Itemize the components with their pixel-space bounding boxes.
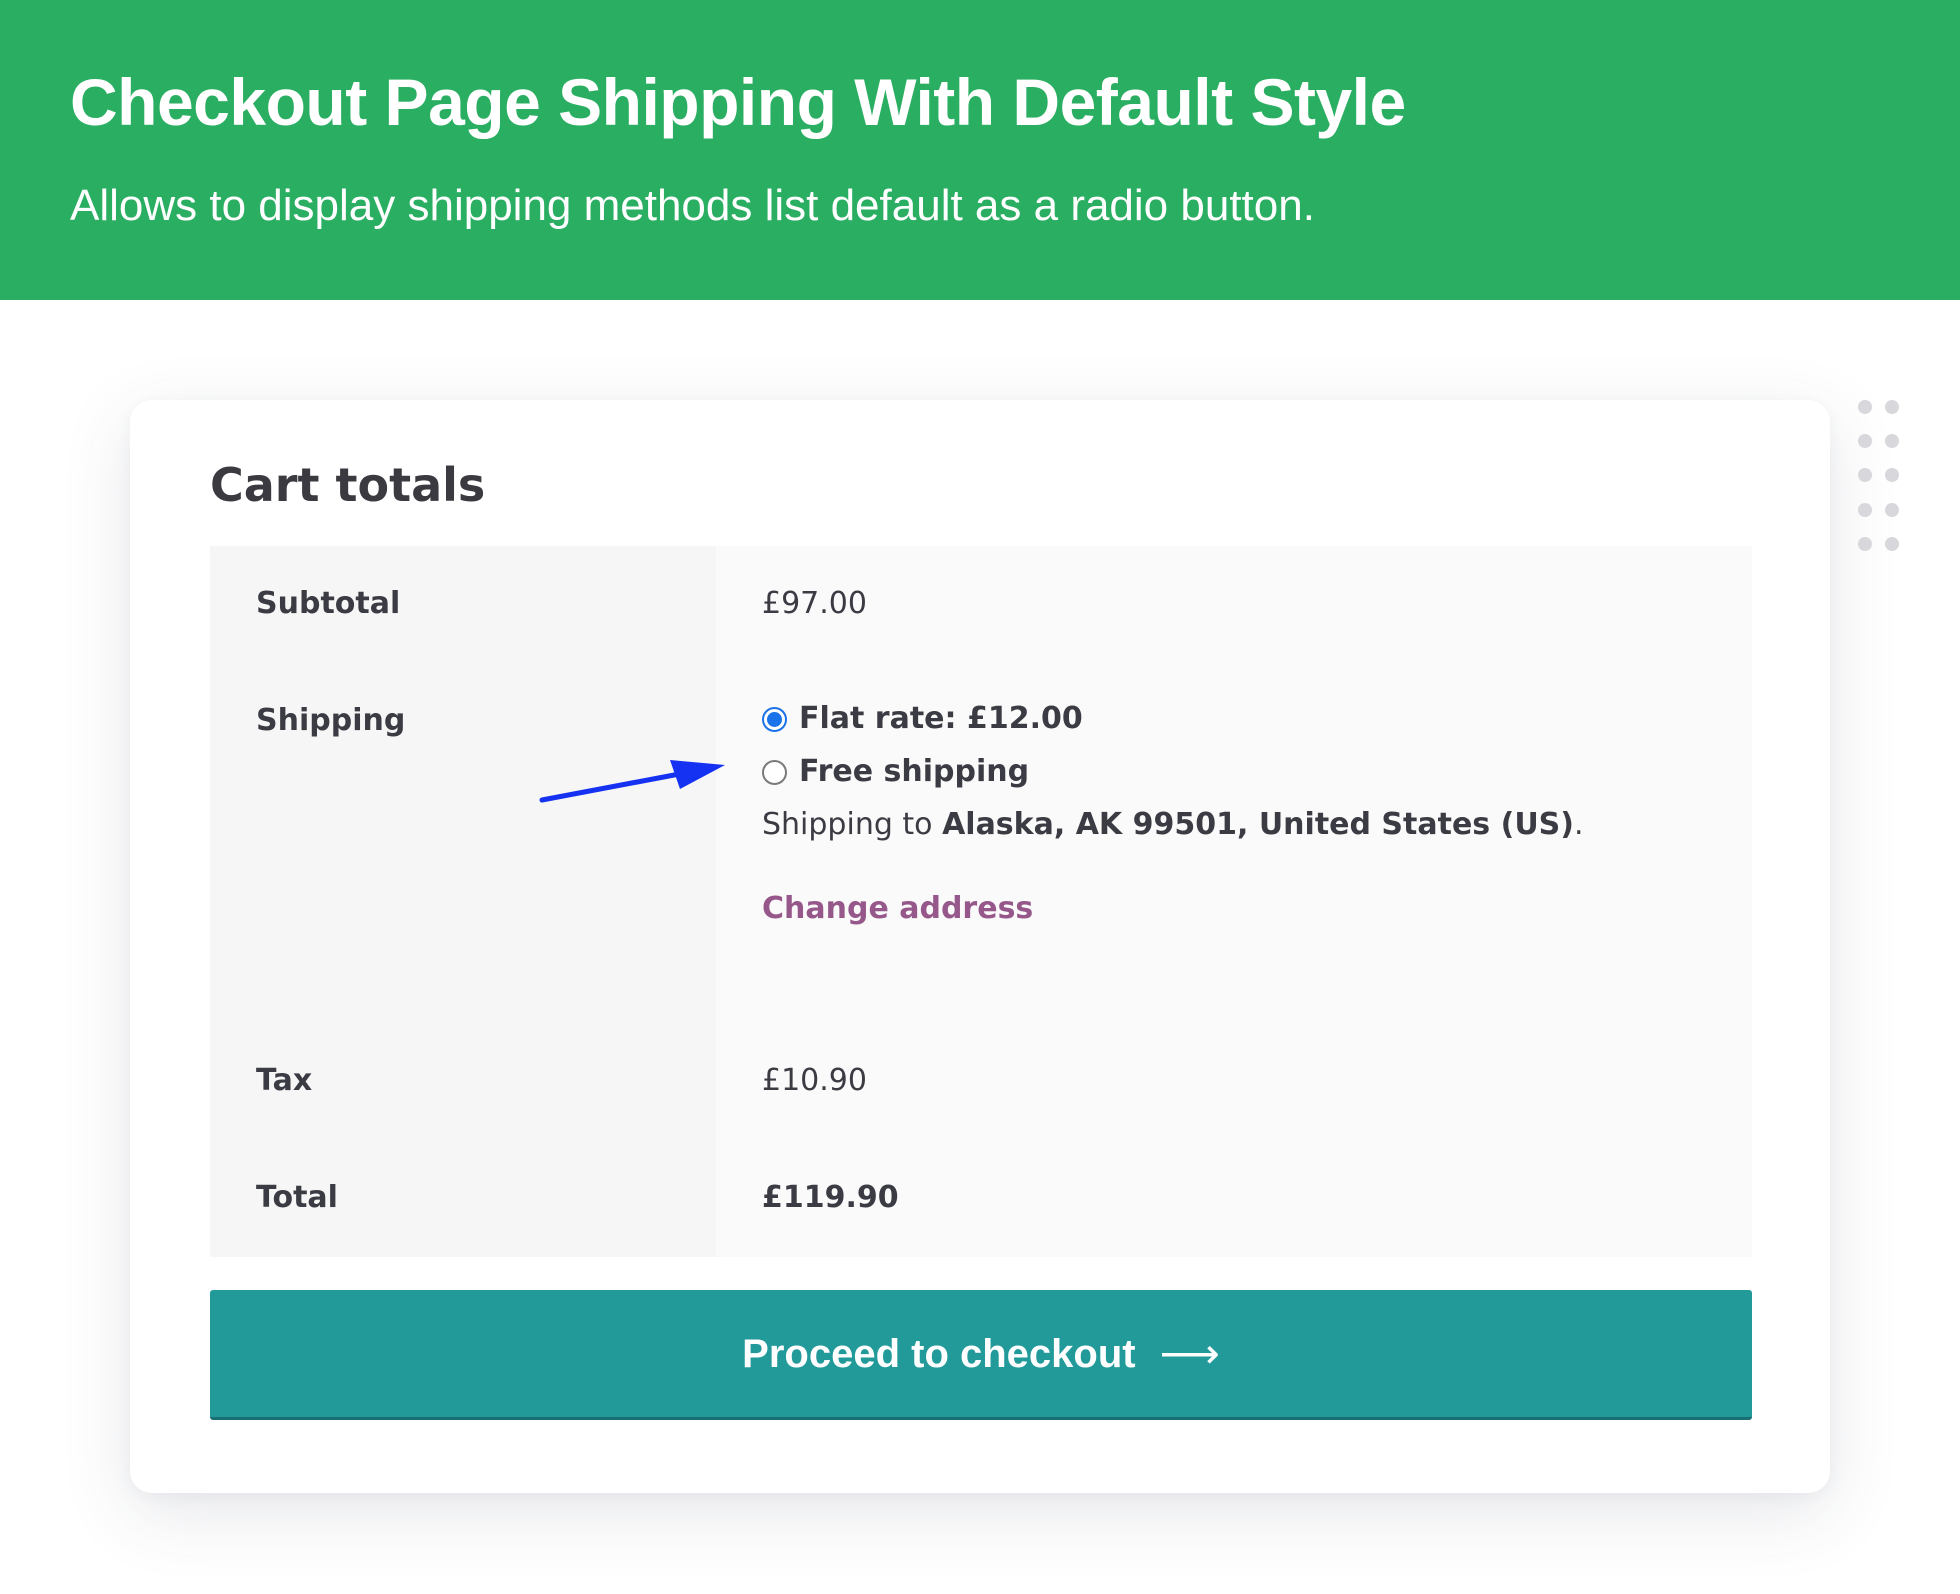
shipping-destination-address: Alaska, AK 99501, United States (US) bbox=[942, 807, 1574, 842]
cart-totals-card: Cart totals Subtotal £97.00 Shipping Fla… bbox=[130, 400, 1830, 1493]
shipping-value-cell: Flat rate: £12.00 Free shipping Shipping… bbox=[716, 663, 1752, 1023]
tax-label: Tax bbox=[256, 1063, 313, 1098]
subtotal-value: £97.00 bbox=[762, 586, 867, 621]
decorative-dot bbox=[1885, 434, 1899, 448]
checkout-button-label: Proceed to checkout bbox=[742, 1331, 1136, 1376]
banner-title: Checkout Page Shipping With Default Styl… bbox=[70, 65, 1406, 139]
tax-label-cell: Tax bbox=[210, 1023, 716, 1140]
flat-rate-radio[interactable] bbox=[762, 706, 787, 732]
tax-row: Tax £10.90 bbox=[210, 1023, 1752, 1140]
header-banner: Checkout Page Shipping With Default Styl… bbox=[0, 0, 1960, 300]
proceed-to-checkout-button[interactable]: Proceed to checkout ⟶ bbox=[210, 1290, 1752, 1420]
decorative-dot bbox=[1858, 503, 1872, 517]
decorative-dot bbox=[1885, 503, 1899, 517]
annotation-arrow-icon bbox=[539, 760, 725, 803]
decorative-dot bbox=[1885, 537, 1899, 551]
cart-totals-table: Subtotal £97.00 Shipping Flat rate: £12.… bbox=[210, 546, 1752, 1257]
decorative-dot bbox=[1885, 400, 1899, 414]
cart-totals-title: Cart totals bbox=[210, 458, 486, 512]
banner-subtitle: Allows to display shipping methods list … bbox=[70, 181, 1315, 230]
tax-value-cell: £10.90 bbox=[716, 1023, 1752, 1140]
total-label-cell: Total bbox=[210, 1140, 716, 1257]
subtotal-label: Subtotal bbox=[256, 586, 401, 621]
shipping-option-free-shipping[interactable]: Free shipping bbox=[762, 752, 1029, 792]
shipping-label-cell: Shipping bbox=[210, 663, 716, 1023]
subtotal-row: Subtotal £97.00 bbox=[210, 546, 1752, 663]
decorative-dot bbox=[1858, 537, 1872, 551]
shipping-destination-suffix: . bbox=[1574, 807, 1584, 842]
shipping-destination-prefix: Shipping to bbox=[762, 807, 943, 842]
subtotal-value-cell: £97.00 bbox=[716, 546, 1752, 663]
decorative-dot bbox=[1858, 434, 1872, 448]
shipping-row: Shipping Flat rate: £12.00 Free shipping… bbox=[210, 663, 1752, 1023]
total-label: Total bbox=[256, 1180, 338, 1215]
subtotal-label-cell: Subtotal bbox=[210, 546, 716, 663]
shipping-label: Shipping bbox=[256, 703, 406, 738]
arrow-right-icon: ⟶ bbox=[1159, 1329, 1220, 1377]
flat-rate-label: Flat rate: £12.00 bbox=[799, 701, 1083, 736]
decorative-dot bbox=[1885, 468, 1899, 482]
free-shipping-label: Free shipping bbox=[799, 754, 1030, 789]
annotation-arrow-head bbox=[670, 760, 725, 789]
total-row: Total £119.90 bbox=[210, 1140, 1752, 1257]
shipping-option-flat-rate[interactable]: Flat rate: £12.00 bbox=[762, 699, 1083, 739]
annotation-arrow-shaft bbox=[539, 769, 693, 803]
tax-value: £10.90 bbox=[762, 1063, 867, 1098]
shipping-destination: Shipping to Alaska, AK 99501, United Sta… bbox=[762, 805, 1584, 845]
decorative-dot bbox=[1858, 400, 1872, 414]
total-value: £119.90 bbox=[762, 1180, 899, 1215]
free-shipping-radio[interactable] bbox=[762, 759, 787, 785]
change-address-link[interactable]: Change address bbox=[762, 889, 1033, 929]
decorative-dots bbox=[1858, 400, 1908, 560]
total-value-cell: £119.90 bbox=[716, 1140, 1752, 1257]
decorative-dot bbox=[1858, 468, 1872, 482]
